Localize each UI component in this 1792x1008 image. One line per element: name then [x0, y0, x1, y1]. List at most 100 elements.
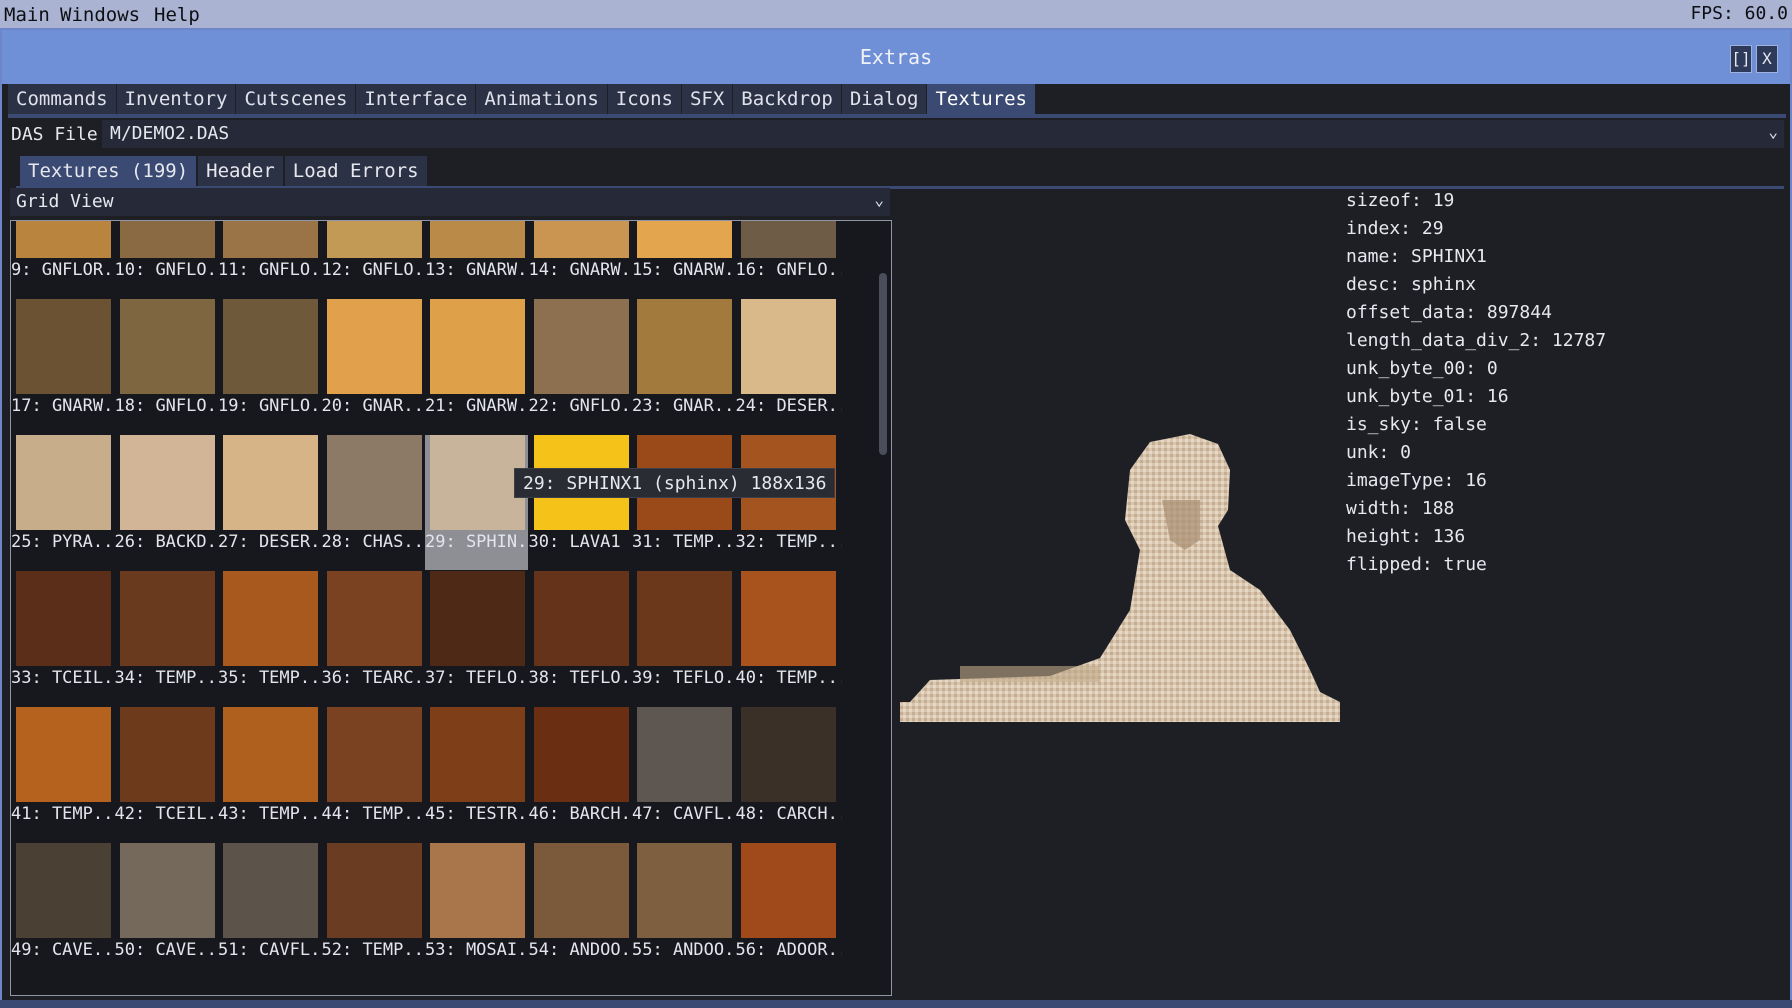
texture-cell[interactable]: 14: GNARW... [529, 221, 635, 298]
texture-thumbnail [119, 299, 215, 394]
texture-cell[interactable]: 47: CAVFL... [632, 707, 738, 842]
grid-scrollbar[interactable] [879, 273, 887, 455]
maximize-button[interactable]: [] [1730, 45, 1752, 73]
texture-label: 48: CARCH... [735, 804, 842, 824]
sphinx-image [900, 434, 1340, 722]
subtab-header[interactable]: Header [198, 156, 283, 186]
texture-cell[interactable]: 28: CHAS... [322, 435, 428, 570]
texture-thumbnail [119, 221, 215, 258]
texture-label: 15: GNARW... [632, 260, 738, 280]
texture-thumbnail [16, 299, 111, 394]
texture-cell[interactable]: 10: GNFLO... [115, 221, 221, 298]
texture-label: 56: ADOOR... [735, 940, 842, 960]
texture-cell[interactable]: 15: GNARW... [632, 221, 738, 298]
texture-thumbnail [16, 435, 111, 530]
texture-cell[interactable]: 21: GNARW... [425, 299, 531, 434]
tab-interface[interactable]: Interface [356, 84, 477, 114]
texture-thumbnail [740, 571, 836, 666]
texture-cell[interactable]: 27: DESER... [218, 435, 324, 570]
texture-cell[interactable]: 17: GNARW... [11, 299, 117, 434]
texture-cell[interactable]: 38: TEFLO... [528, 571, 635, 706]
texture-cell[interactable]: 13: GNARW... [425, 221, 531, 298]
texture-cell[interactable]: 37: TEFLO... [425, 571, 531, 706]
texture-thumbnail [119, 707, 215, 802]
texture-cell[interactable]: 50: CAVE... [114, 843, 221, 978]
texture-thumbnail [637, 571, 732, 666]
tab-textures[interactable]: Textures [927, 84, 1036, 114]
texture-label: 21: GNARW... [425, 396, 531, 416]
tab-commands[interactable]: Commands [8, 84, 117, 114]
tab-animations[interactable]: Animations [476, 84, 608, 114]
menu-help[interactable]: Help [154, 4, 200, 26]
texture-cell[interactable]: 30: LAVA1 ... [529, 435, 635, 570]
texture-cell[interactable]: 44: TEMP... [321, 707, 428, 842]
texture-cell[interactable]: 54: ANDOO... [529, 843, 635, 978]
texture-cell[interactable]: 43: TEMP... [218, 707, 324, 842]
texture-cell[interactable]: 32: TEMP... [736, 435, 842, 570]
texture-cell[interactable]: 39: TEFLO... [632, 571, 738, 706]
view-mode-select[interactable]: Grid View ⌄ [10, 188, 890, 216]
texture-cell[interactable]: 51: CAVFL... [218, 843, 324, 978]
texture-thumbnail [223, 435, 318, 530]
texture-cell[interactable]: 22: GNFLO... [529, 299, 635, 434]
window-titlebar[interactable]: Extras [] X [2, 30, 1790, 84]
texture-label: 44: TEMP... [321, 804, 428, 824]
bottom-bar [0, 1000, 1792, 1008]
texture-grid[interactable]: 9: GNFLOR...10: GNFLO...11: GNFLO...12: … [10, 220, 892, 996]
texture-cell-selected[interactable]: 29: SPHIN... [425, 435, 531, 570]
texture-thumbnail [637, 707, 732, 802]
texture-cell[interactable]: 9: GNFLOR... [11, 221, 117, 298]
tab-dialog[interactable]: Dialog [841, 84, 928, 114]
texture-thumbnail [430, 843, 525, 938]
texture-cell[interactable]: 35: TEMP... [218, 571, 324, 706]
texture-cell[interactable]: 26: BACKD... [114, 435, 221, 570]
texture-cell[interactable]: 19: GNFLO... [218, 299, 324, 434]
texture-label: 26: BACKD... [114, 532, 221, 552]
texture-thumbnail [430, 571, 525, 666]
subtab-textures[interactable]: Textures (199) [20, 156, 197, 186]
texture-cell[interactable]: 52: TEMP... [322, 843, 428, 978]
texture-cell[interactable]: 23: GNAR... [632, 299, 738, 434]
property-line: imageType: 16 [1346, 470, 1487, 491]
menu-windows[interactable]: Windows [60, 4, 140, 26]
texture-cell[interactable]: 40: TEMP... [736, 571, 842, 706]
texture-label: 53: MOSAI... [425, 940, 531, 960]
texture-cell[interactable]: 42: TCEIL... [115, 707, 221, 842]
tab-backdrop[interactable]: Backdrop [733, 84, 842, 114]
property-line: offset_data: 897844 [1346, 302, 1552, 323]
subtab-load-errors[interactable]: Load Errors [284, 156, 427, 186]
texture-cell[interactable]: 33: TCEIL... [11, 571, 117, 706]
texture-cell[interactable]: 36: TEARC... [321, 571, 428, 706]
property-line: length_data_div_2: 12787 [1346, 330, 1607, 351]
texture-cell[interactable]: 34: TEMP... [115, 571, 221, 706]
texture-cell[interactable]: 49: CAVE... [11, 843, 117, 978]
texture-cell[interactable]: 56: ADOOR... [735, 843, 842, 978]
menu-main[interactable]: Main [4, 4, 50, 26]
texture-label: 50: CAVE... [114, 940, 221, 960]
texture-cell[interactable]: 55: ANDOO... [632, 843, 738, 978]
texture-cell[interactable]: 31: TEMP... [632, 435, 738, 570]
texture-label: 36: TEARC... [321, 668, 428, 688]
close-button[interactable]: X [1756, 45, 1778, 73]
texture-cell[interactable]: 53: MOSAI... [425, 843, 531, 978]
texture-cell[interactable]: 12: GNFLO... [322, 221, 428, 298]
texture-cell[interactable]: 24: DESER... [736, 299, 842, 434]
texture-cell[interactable]: 18: GNFLO... [115, 299, 221, 434]
texture-cell[interactable]: 41: TEMP... [11, 707, 117, 842]
tab-sfx[interactable]: SFX [681, 84, 734, 114]
texture-cell[interactable]: 46: BARCH... [529, 707, 635, 842]
texture-thumbnail [740, 707, 836, 802]
das-file-select[interactable]: M/DEMO2.DAS ⌄ [102, 120, 1784, 148]
texture-cell[interactable]: 11: GNFLO... [218, 221, 324, 298]
tab-cutscenes[interactable]: Cutscenes [236, 84, 357, 114]
texture-label: 23: GNAR... [632, 396, 738, 416]
texture-cell[interactable]: 25: PYRA... [11, 435, 117, 570]
texture-cell[interactable]: 20: GNAR... [322, 299, 428, 434]
tab-icons[interactable]: Icons [607, 84, 682, 114]
tab-inventory[interactable]: Inventory [116, 84, 237, 114]
texture-cell[interactable]: 16: GNFLO... [736, 221, 842, 298]
texture-cell[interactable]: 48: CARCH... [735, 707, 842, 842]
texture-label: 38: TEFLO... [528, 668, 635, 688]
texture-cell[interactable]: 45: TESTR... [425, 707, 531, 842]
texture-thumbnail [223, 299, 318, 394]
